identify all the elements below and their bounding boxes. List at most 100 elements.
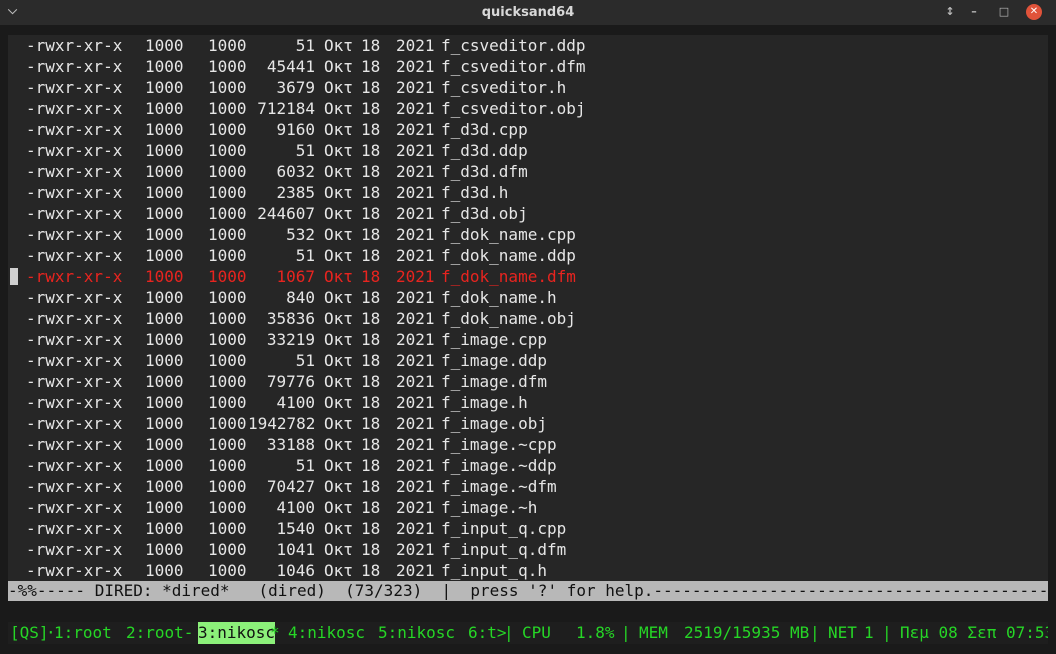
file-day: 18 [361,120,381,139]
file-name[interactable]: f_d3d.h [441,182,508,203]
file-uid: 1000 [145,393,184,412]
file-name[interactable]: f_image.h [441,392,528,413]
file-name[interactable]: f_image.ddp [441,350,547,371]
dired-row[interactable]: -rwxr-xr-x 1000 1000 840 Οκτ 18 2021 f_dok_name… [8,287,1048,308]
dired-row[interactable]: -rwxr-xr-x 1000 1000 51 Οκτ 18 2021 f_image.ddp [8,350,1048,371]
restore-icon[interactable]: ↕ [942,4,958,20]
mem-label: MEM [639,623,668,642]
dired-row[interactable]: -rwxr-xr-x 1000 1000 70427 Οκτ 18 2021 f_image.… [8,476,1048,497]
file-day: 18 [361,57,381,76]
dired-row[interactable]: -rwxr-xr-x 1000 1000 79776 Οκτ 18 2021 f_image.… [8,371,1048,392]
file-uid: 1000 [145,309,184,328]
dired-row[interactable]: -rwxr-xr-x 1000 1000 1046 Οκτ 18 2021 f_input_q… [8,560,1048,581]
file-name[interactable]: f_d3d.obj [441,203,528,224]
file-month: Οκτ [324,372,353,391]
dired-row[interactable]: -rwxr-xr-x 1000 1000 51 Οκτ 18 2021 f_d3d.ddp [8,140,1048,161]
file-year: 2021 [396,57,435,76]
file-name[interactable]: f_dok_name.obj [441,308,576,329]
file-name[interactable]: f_input_q.h [441,560,547,581]
file-name[interactable]: f_dok_name.dfm [441,266,576,287]
file-name[interactable]: f_image.~dfm [441,476,557,497]
dired-row[interactable]: -rwxr-xr-x 1000 1000 712184 Οκτ 18 2021 f_csved… [8,98,1048,119]
window-tab-5[interactable]: 5:nikosc [378,622,455,644]
dired-row[interactable]: -rwxr-xr-x 1000 1000 244607 Οκτ 18 2021 f_d3d.o… [8,203,1048,224]
file-name[interactable]: f_image.cpp [441,329,547,350]
file-month: Οκτ [324,498,353,517]
dired-row[interactable]: -rwxr-xr-x 1000 1000 532 Οκτ 18 2021 f_dok_name… [8,224,1048,245]
dired-buffer[interactable]: -rwxr-xr-x 1000 1000 51 Οκτ 18 2021 f_csveditor… [8,35,1048,581]
file-perm: -rwxr-xr-x [26,519,123,538]
dired-row[interactable]: -rwxr-xr-x 1000 1000 33219 Οκτ 18 2021 f_image.… [8,329,1048,350]
dired-row[interactable]: -rwxr-xr-x 1000 1000 1942782 Οκτ 18 2021 f_imag… [8,413,1048,434]
window-tab-4[interactable]: 4:nikosc [288,622,365,644]
file-day: 18 [361,225,381,244]
file-year: 2021 [396,99,435,118]
dired-row[interactable]: -rwxr-xr-x 1000 1000 2385 Οκτ 18 2021 f_d3d.h [8,182,1048,203]
file-month: Οκτ [324,246,353,265]
file-gid: 1000 [208,78,247,97]
dired-row[interactable]: -rwxr-xr-x 1000 1000 4100 Οκτ 18 2021 f_image.~… [8,497,1048,518]
file-name[interactable]: f_dok_name.cpp [441,224,576,245]
file-name[interactable]: f_csveditor.dfm [441,56,586,77]
dired-row[interactable]: -rwxr-xr-x 1000 1000 4100 Οκτ 18 2021 f_image.h [8,392,1048,413]
file-year: 2021 [396,183,435,202]
file-name[interactable]: f_csveditor.h [441,77,566,98]
file-year: 2021 [396,225,435,244]
dired-row[interactable]: -rwxr-xr-x 1000 1000 9160 Οκτ 18 2021 f_d3d.cpp [8,119,1048,140]
file-name[interactable]: f_csveditor.obj [441,98,586,119]
dired-row[interactable]: -rwxr-xr-x 1000 1000 51 Οκτ 18 2021 f_csveditor… [8,35,1048,56]
file-year: 2021 [396,78,435,97]
dired-row[interactable]: -rwxr-xr-x 1000 1000 1540 Οκτ 18 2021 f_input_q… [8,518,1048,539]
file-gid: 1000 [208,456,247,475]
file-size: 712184 [257,99,315,118]
file-name[interactable]: f_image.~h [441,497,537,518]
dired-row[interactable]: -rwxr-xr-x 1000 1000 1041 Οκτ 18 2021 f_input_q… [8,539,1048,560]
file-month: Οκτ [324,36,353,55]
window-tab-6[interactable]: 6:t> [468,622,507,644]
file-name[interactable]: f_dok_name.h [441,287,557,308]
file-month: Οκτ [324,141,353,160]
dired-row[interactable]: -rwxr-xr-x 1000 1000 51 Οκτ 18 2021 f_dok_name.… [8,245,1048,266]
file-gid: 1000 [208,540,247,559]
window-tab-3[interactable]: 3:nikosc [198,622,276,644]
maximize-icon[interactable]: □ [996,4,1012,20]
file-name[interactable]: f_csveditor.ddp [441,35,586,56]
file-name[interactable]: f_image.obj [441,413,547,434]
file-size: 532 [286,225,315,244]
dired-row[interactable]: -rwxr-xr-x 1000 1000 3679 Οκτ 18 2021 f_csvedit… [8,77,1048,98]
file-gid: 1000 [208,519,247,538]
close-icon[interactable]: ✕ [1026,4,1042,20]
file-day: 18 [361,330,381,349]
file-name[interactable]: f_dok_name.ddp [441,245,576,266]
dired-row-selected[interactable]: -rwxr-xr-x 1000 1000 1067 Οκτ 18 2021 f_dok_nam… [8,266,1048,287]
file-gid: 1000 [208,246,247,265]
file-perm: -rwxr-xr-x [26,183,123,202]
file-name[interactable]: f_image.~cpp [441,434,557,455]
file-name[interactable]: f_input_q.dfm [441,539,566,560]
file-name[interactable]: f_d3d.cpp [441,119,528,140]
file-name[interactable]: f_input_q.cpp [441,518,566,539]
file-day: 18 [361,393,381,412]
terminal-area[interactable]: -rwxr-xr-x 1000 1000 51 Οκτ 18 2021 f_csveditor… [0,25,1056,654]
minimize-icon[interactable]: – [966,4,982,20]
file-name[interactable]: f_image.dfm [441,371,547,392]
file-name[interactable]: f_d3d.dfm [441,161,528,182]
file-day: 18 [361,372,381,391]
file-year: 2021 [396,498,435,517]
file-name[interactable]: f_d3d.ddp [441,140,528,161]
dired-row[interactable]: -rwxr-xr-x 1000 1000 6032 Οκτ 18 2021 f_d3d.dfm [8,161,1048,182]
dired-row[interactable]: -rwxr-xr-x 1000 1000 35836 Οκτ 18 2021 f_dok_na… [8,308,1048,329]
file-day: 18 [361,288,381,307]
dired-row[interactable]: -rwxr-xr-x 1000 1000 45441 Οκτ 18 2021 f_csvedi… [8,56,1048,77]
file-year: 2021 [396,540,435,559]
file-month: Οκτ [324,330,353,349]
window-tab-1[interactable]: 1:root [54,622,112,644]
dired-row[interactable]: -rwxr-xr-x 1000 1000 33188 Οκτ 18 2021 f_image.… [8,434,1048,455]
file-name[interactable]: f_image.~ddp [441,455,557,476]
file-perm: -rwxr-xr-x [26,561,123,580]
file-size: 33188 [266,435,315,454]
dired-row[interactable]: -rwxr-xr-x 1000 1000 51 Οκτ 18 2021 f_image.~dd… [8,455,1048,476]
file-size: 51 [295,351,315,370]
window-tab-2[interactable]: 2:root- [126,622,193,644]
title-bar[interactable]: ⌵ quicksand64 ↕ – □ ✕ [0,0,1056,25]
